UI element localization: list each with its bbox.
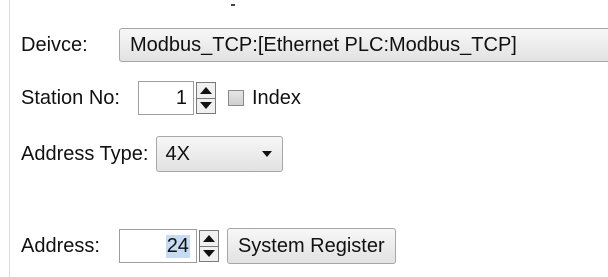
- address-type-row: Address Type: 4X: [21, 136, 284, 172]
- station-label: Station No:: [21, 86, 120, 109]
- triangle-down-icon: [202, 250, 215, 258]
- station-number-input[interactable]: 1: [137, 81, 194, 115]
- address-type-label: Address Type:: [21, 142, 149, 165]
- address-spin-down-button[interactable]: [199, 245, 218, 262]
- system-register-label: System Register: [237, 234, 385, 257]
- triangle-up-icon: [199, 86, 212, 94]
- index-checkbox[interactable]: [227, 90, 244, 106]
- address-label: Address:: [21, 234, 100, 257]
- device-label: Deivce:: [21, 33, 88, 56]
- chevron-down-icon: [262, 151, 273, 157]
- station-spinner[interactable]: [195, 82, 216, 114]
- address-row: Address: 24 System Register: [21, 228, 396, 264]
- system-register-button[interactable]: System Register: [226, 228, 396, 264]
- address-type-select[interactable]: 4X: [156, 136, 284, 172]
- address-value: 24: [165, 234, 190, 258]
- device-select-button[interactable]: Modbus_TCP:[Ethernet PLC:Modbus_TCP]: [119, 28, 608, 62]
- triangle-down-icon: [199, 102, 212, 110]
- station-row: Station No: 1 Index: [21, 81, 301, 115]
- station-spin-down-button[interactable]: [196, 97, 215, 114]
- address-type-value: 4X: [165, 142, 190, 165]
- address-spinner[interactable]: [198, 230, 219, 262]
- address-spin-up-button[interactable]: [200, 231, 218, 246]
- top-divider-mark: [231, 4, 235, 6]
- device-row: Deivce:: [21, 28, 88, 62]
- triangle-up-icon: [202, 234, 215, 242]
- address-input[interactable]: 24: [118, 229, 197, 263]
- device-value: Modbus_TCP:[Ethernet PLC:Modbus_TCP]: [130, 33, 517, 56]
- station-spin-up-button[interactable]: [197, 83, 215, 98]
- panel-left-border: [0, 0, 10, 277]
- index-label: Index: [251, 86, 301, 109]
- station-number-value: 1: [175, 86, 187, 109]
